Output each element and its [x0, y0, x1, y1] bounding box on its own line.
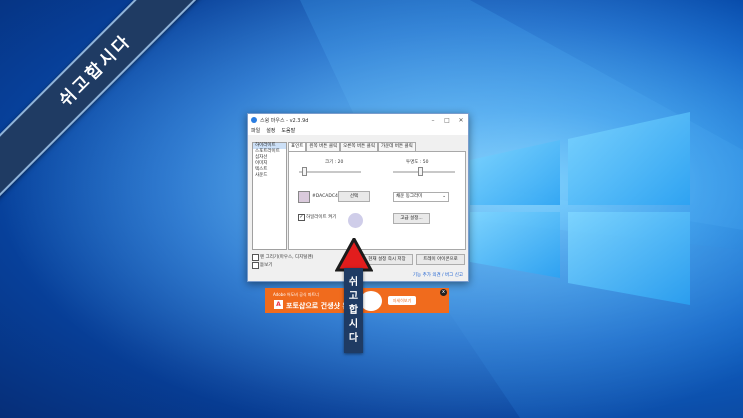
- minimize-icon[interactable]: –: [426, 117, 440, 124]
- highlight-preview: [348, 213, 363, 228]
- menu-help[interactable]: 도움말: [281, 127, 295, 134]
- size-label: 크기 : 20: [325, 160, 344, 165]
- feature-list: 하이라이트 스포트라이트 십자선 이미지 텍스트 사운드: [252, 142, 287, 250]
- ad-cta-button[interactable]: 자세히보기: [388, 296, 416, 305]
- size-slider[interactable]: [299, 171, 361, 173]
- highlight-checkbox-label: 하일라이트 켜기: [306, 215, 337, 220]
- opacity-label: 투명도 : 50: [406, 160, 429, 165]
- menu-file[interactable]: 파일: [251, 127, 260, 134]
- dog-image: [360, 291, 382, 311]
- list-item-sound[interactable]: 사운드: [253, 173, 286, 179]
- highlight-checkbox[interactable]: ✓: [298, 214, 305, 221]
- tab-pointer[interactable]: 표인트: [288, 142, 307, 151]
- ad-close-icon[interactable]: x: [440, 289, 447, 296]
- style-select-value: 채운 동그라미: [396, 194, 423, 199]
- tab-middle-click[interactable]: 가운데 버튼 클릭: [377, 142, 416, 151]
- close-icon[interactable]: ✕: [454, 117, 468, 124]
- settings-panel: 크기 : 20 투명도 : 50 #DACADC4 선택 채운 동그라미 ⌄ ✓…: [288, 151, 466, 250]
- color-code: #DACADC4: [312, 194, 338, 199]
- color-select-button[interactable]: 선택: [338, 191, 370, 202]
- menu-bar: 파일 설정 도움말: [248, 126, 468, 135]
- size-slider-thumb[interactable]: [302, 167, 307, 176]
- color-swatch: [298, 191, 310, 203]
- red-arrow-up-icon: [335, 238, 373, 272]
- vertical-label-text: 쉬고합시다: [348, 277, 359, 344]
- pen-draw-label: 펜 그리기(마우스, 디지털펜): [260, 255, 314, 260]
- window-title: 스윙 마우스 - v2.3.9d: [260, 117, 309, 124]
- opacity-slider[interactable]: [393, 171, 455, 173]
- advanced-settings-button[interactable]: 고급 설정...: [393, 213, 430, 224]
- app-icon: [251, 117, 257, 123]
- feedback-link[interactable]: 기능 추가 의견 / 버그 신고: [413, 272, 463, 278]
- title-bar[interactable]: 스윙 마우스 - v2.3.9d – □ ✕: [248, 114, 468, 126]
- tab-left-click[interactable]: 왼쪽 버튼 클릭: [306, 142, 341, 151]
- style-select[interactable]: 채운 동그라미 ⌄: [393, 192, 449, 202]
- tab-right-click[interactable]: 오른쪽 버튼 클릭: [340, 142, 378, 151]
- chevron-down-icon: ⌄: [442, 194, 446, 199]
- tray-button[interactable]: 트레이 아이콘으로: [416, 254, 465, 265]
- menu-settings[interactable]: 설정: [266, 127, 275, 134]
- magnifier-label: 돋보기: [260, 263, 273, 268]
- maximize-icon[interactable]: □: [440, 117, 454, 124]
- magnifier-checkbox[interactable]: [252, 262, 259, 269]
- pen-draw-checkbox[interactable]: [252, 254, 259, 261]
- tab-strip: 표인트 왼쪽 버튼 클릭 오른쪽 버튼 클릭 가운데 버튼 클릭: [288, 142, 416, 151]
- ad-brand-line: Adobe 어도비 공식 파트너: [273, 292, 319, 297]
- desktop-wallpaper: 쉬고합시다 스윙 마우스 - v2.3.9d – □ ✕ 파일 설정 도움말 하…: [0, 0, 743, 418]
- opacity-slider-thumb[interactable]: [418, 167, 423, 176]
- vertical-label: 쉬고합시다: [344, 268, 363, 353]
- adobe-logo-icon: A: [274, 300, 283, 309]
